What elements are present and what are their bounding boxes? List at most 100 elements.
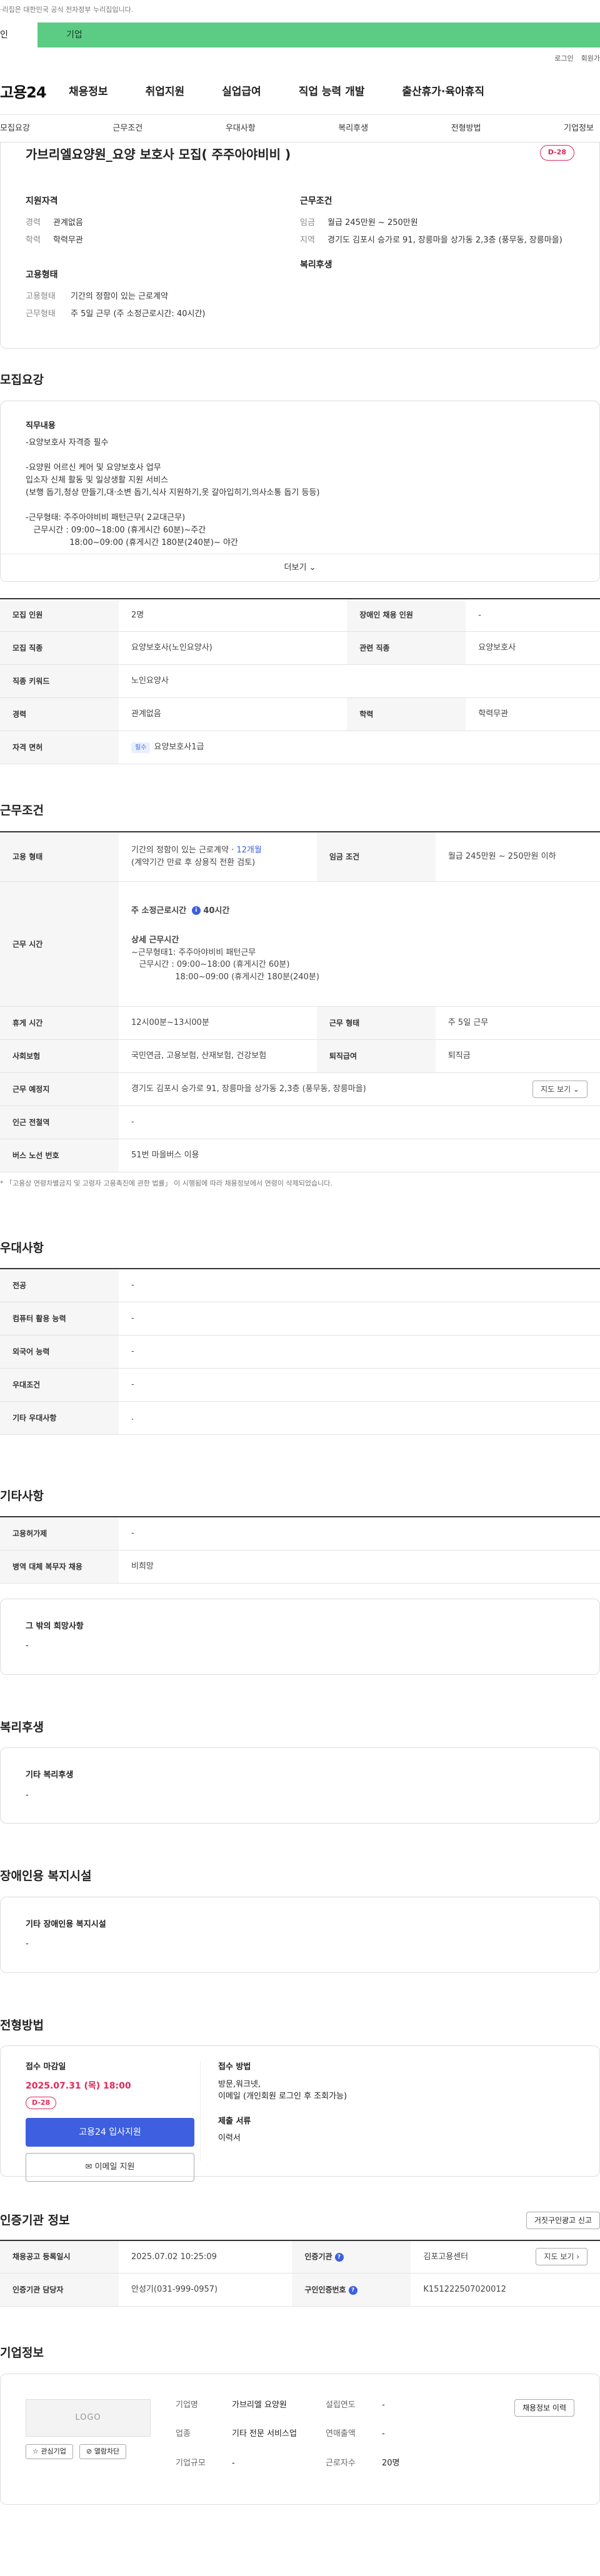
emp-heading: 고용형태 [26,270,58,280]
apply-card: 접수 마감일 2025.07.31 (목) 18:00 D-28 고용24 입사… [0,2045,600,2182]
tab-screening[interactable]: 전형방법 [451,122,481,135]
deadline-value: 2025.07.31 (목) 18:00 [26,2080,131,2091]
label: 연매출액 [326,2429,356,2439]
user-type-tabs: 인 기업 [0,22,600,47]
tab-conditions[interactable]: 근무조건 [112,122,142,135]
apply-button[interactable]: 고용24 입사지원 [26,2118,194,2147]
row-value: - [466,598,600,632]
industry-value: 기타 전문 서비스업 [232,2429,297,2439]
map-button[interactable]: 지도 보기 › [536,2248,588,2266]
row-value: - [119,1302,600,1335]
size-value: - [232,2458,235,2468]
email-apply-button[interactable]: ✉ 이메일 지원 [26,2153,194,2182]
tab-recruit[interactable]: 모집요강 [0,122,30,135]
table-row: 모집 직종 요양보호사(노인요양사) 관련 직종 요양보호사 [0,631,600,665]
row-label: 기타 우대사항 [0,1401,119,1435]
row-value: - [119,1517,600,1550]
tab-welfare[interactable]: 복리후생 [338,122,368,135]
label: 근무형태 [26,309,56,319]
disabled-box: 기타 장애인용 복지시설 - [0,1896,600,1973]
box-value: - [26,1790,29,1800]
more-button[interactable]: 더보기 ⌄ [1,553,599,581]
etc-table: 고용허가제 - 병역 대체 복무자 채용 비희망 [0,1516,600,1584]
label: 근로자수 [326,2458,356,2468]
job-description: 직무내용 -요양보호사 자격증 필수 -요양원 어르신 케어 및 요양보호사 업… [0,400,600,582]
emp-period: 12개월 [236,846,262,856]
nav-leave[interactable]: 출산휴가·육아휴직 [402,84,484,101]
emptype-value: 기간의 정함이 있는 근로계약 [71,292,168,301]
required-badge: 필수 [131,742,151,754]
table-row: 사회보험 국민연금, 고용보험, 산재보험, 건강보험 퇴직급여 퇴직금 [0,1039,600,1073]
org-label: 인증기관 [304,2252,332,2262]
signup-link[interactable]: 회원가 [581,54,600,64]
nav-employment-support[interactable]: 취업지원 [146,84,185,101]
desc-line: -요양원 어르신 케어 및 요양보호사 업무 [26,463,161,472]
table-row: 근무 시간 주 소정근로시간 i 40시간 상세 근무시간 ~근무형태1: 주주… [0,881,600,1007]
hours-line: ~근무형태1: 주주아야비비 패턴근무 [131,947,256,957]
block-button[interactable]: ⊘ 열람차단 [79,2444,127,2459]
desc-line: 입소자 신체 활동 및 일상생활 지원 서비스 [26,476,169,485]
row-value: 51번 마을버스 이용 [119,1139,600,1172]
row-label: 직종 키워드 [0,664,119,698]
nav-training[interactable]: 직업 능력 개발 [299,84,365,101]
edu-value: 학력무관 [53,235,83,245]
tab-personal[interactable]: 인 [0,22,38,47]
org-value: 김포고용센터 [423,2252,469,2262]
row-label: 외국어 능력 [0,1335,119,1369]
row-value: 2명 [119,598,348,632]
login-link[interactable]: 로그인 [554,54,573,64]
nav-jobs[interactable]: 채용정보 [69,84,108,101]
row-label: 모집 인원 [0,598,119,632]
tab-company-info[interactable]: 기업정보 [564,122,594,135]
table-row: 인증기관 담당자 안성기(031-999-0957) 구인인증번호? K1512225… [0,2273,600,2307]
table-row: 인근 전철역 - [0,1106,600,1139]
row-value: 요양보호사 [466,631,600,665]
tab-preference[interactable]: 우대사항 [226,122,256,135]
row-value: 학력무관 [466,697,600,731]
row-label: 휴게 시간 [0,1006,119,1040]
cond-heading: 근무조건 [300,196,332,206]
row-label: 사회보험 [0,1039,119,1073]
row-label: 구인인증번호? [292,2273,411,2307]
row-value: . [119,1401,600,1435]
cert-header: 인증기관 정보 거짓구인광고 신고 [0,2212,600,2230]
row-value: 주 소정근로시간 i 40시간 상세 근무시간 ~근무형태1: 주주아야비비 패… [119,881,600,1007]
company-card: LOGO ☆ 관심기업 ⊘ 열람차단 기업명 가브리엘 요양원 설립연도 - 업종 기… [0,2373,600,2505]
row-label: 학력 [347,697,466,731]
table-row: 경력 관계없음 학력 학력무관 [0,697,600,731]
tab-company[interactable]: 기업 [38,22,600,47]
label: 지역 [300,235,315,245]
job-title: 가브리엘요양원_요양 보호사 모집( 주주아야비비 ) [26,147,291,162]
label: 기업규모 [176,2458,206,2468]
row-label: 고용 형태 [0,831,119,882]
age-notice: * 「고용상 연령차별금지 및 고령자 고용촉진에 관한 법률」 이 시행됨에 … [0,1179,332,1187]
box-value: - [26,1939,29,1949]
method-value: 방문,워크넷, [218,2079,261,2089]
row-label: 관련 직종 [347,631,466,665]
info-icon[interactable]: ? [348,2285,358,2295]
screen-title: 전형방법 [0,2018,44,2032]
table-row: 병역 대체 복무자 채용 비희망 [0,1550,600,1584]
row-label: 모집 직종 [0,631,119,665]
report-button[interactable]: 거짓구인광고 신고 [526,2212,600,2230]
nav-unemployment[interactable]: 실업급여 [222,84,261,101]
pref-title: 우대사항 [0,1241,44,1255]
history-button[interactable]: 채용정보 이력 [514,2399,574,2417]
cond-title: 근무조건 [0,804,44,817]
info-icon[interactable]: i [191,906,201,916]
wage-value: 월급 245만원 ~ 250만원 [328,218,418,227]
table-row: 전공 - [0,1269,600,1302]
etc-box: 그 밖의 희망사항 - [0,1598,600,1675]
desc-heading: 직무내용 [26,421,56,431]
recruit-title: 모집요강 [0,373,44,387]
row-value: 비희망 [119,1550,600,1584]
deadline-label: 접수 마감일 [26,2062,66,2072]
gov-notice: ·리집은 대한민국 공식 전자정부 누리집입니다. [0,0,600,22]
site-logo[interactable]: 고용24 [0,81,69,104]
method-label: 접수 방법 [218,2062,251,2072]
qual-heading: 지원자격 [26,196,58,206]
favorite-button[interactable]: ☆ 관심기업 [26,2444,73,2459]
company-logo: LOGO [26,2399,151,2437]
map-button[interactable]: 지도 보기 ⌄ [532,1081,588,1098]
info-icon[interactable]: ? [334,2252,344,2262]
